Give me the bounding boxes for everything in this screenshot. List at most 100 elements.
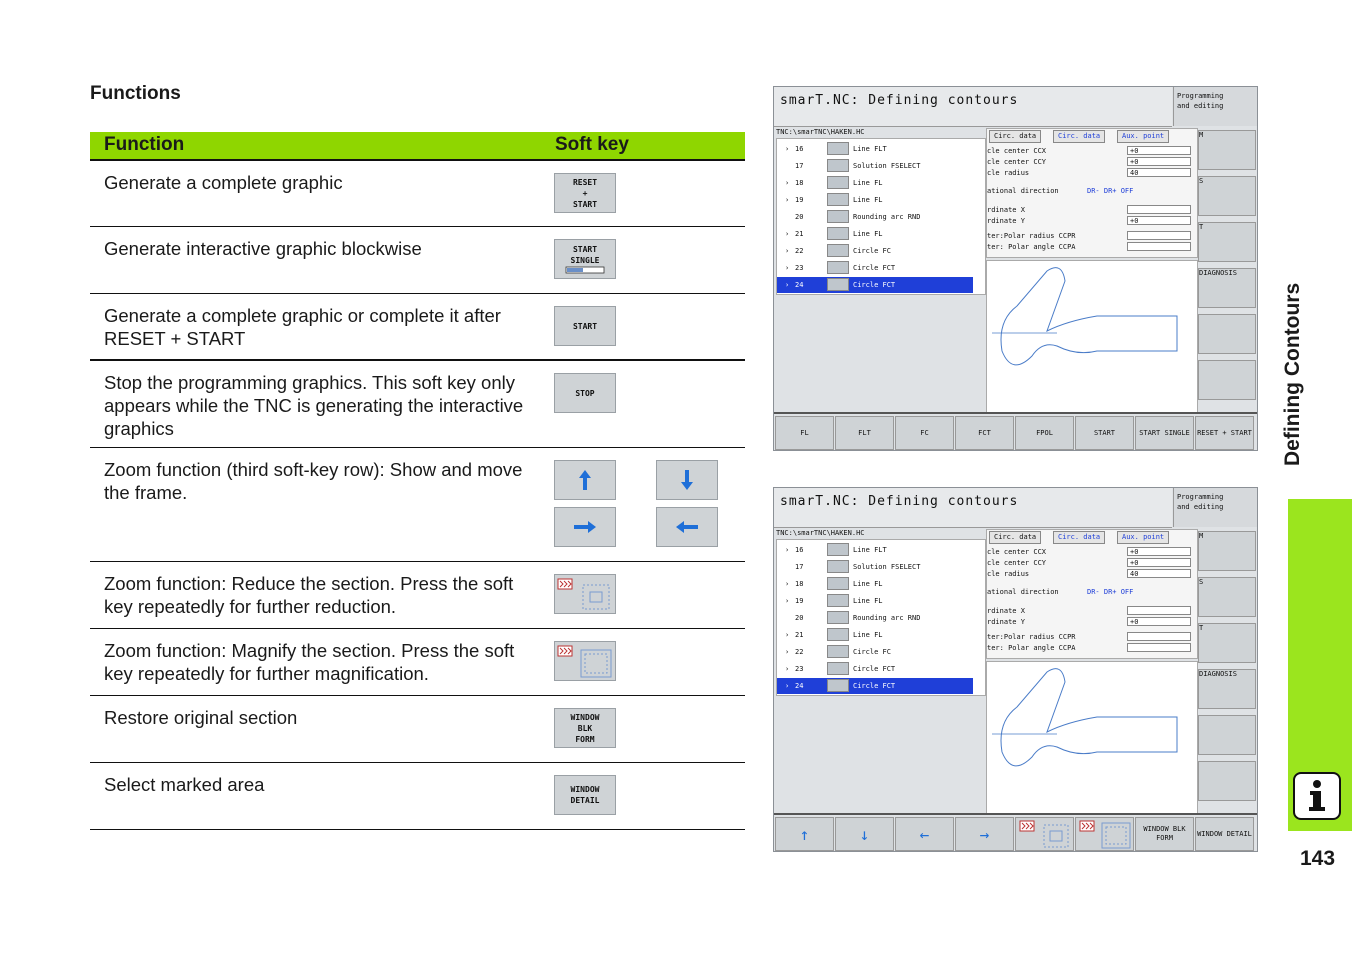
softkey-fct[interactable]: FCT xyxy=(955,416,1014,450)
list-item[interactable]: › 16 Line FLT xyxy=(777,542,973,558)
softkey-fpol[interactable]: FPOL xyxy=(1015,416,1074,450)
form-tabs: Circ. data Circ. data Aux. point xyxy=(987,530,1197,544)
tab-circ-data[interactable]: Circ. data xyxy=(989,130,1042,143)
screen-1: smarT.NC: Defining contours Programming a… xyxy=(773,86,1258,451)
list-item[interactable]: › 16 Line FLT xyxy=(777,141,973,157)
list-item[interactable]: 17 Solution FSELECT xyxy=(777,559,973,575)
arrow-down-icon[interactable]: ↓ xyxy=(835,817,894,851)
start-softkey: START xyxy=(554,306,616,346)
softkey-start-single[interactable]: START SINGLE xyxy=(1135,416,1194,450)
softkey-window-detail[interactable]: WINDOW DETAIL xyxy=(1195,817,1254,851)
list-item-selected[interactable]: › 24 Circle FCT xyxy=(777,678,973,694)
table-row: Select marked area WINDOW DETAIL xyxy=(90,763,745,830)
contour-graphic xyxy=(986,260,1198,414)
zoom-reduce-icon xyxy=(554,574,616,614)
tab-circ-data-2[interactable]: Circ. data xyxy=(1053,130,1106,143)
arrow-right-icon[interactable]: → xyxy=(955,817,1014,851)
list-item-selected[interactable]: › 24 Circle FCT xyxy=(777,277,973,293)
function-description: Zoom function: Magnify the section. Pres… xyxy=(104,640,515,684)
function-description: Restore original section xyxy=(104,707,298,728)
table-row: Zoom function: Reduce the section. Press… xyxy=(90,562,745,629)
vertical-softkey[interactable]: S xyxy=(1198,577,1256,617)
data-form: Circ. data Circ. data Aux. point cle cen… xyxy=(986,529,1198,659)
table-header: Function Soft key xyxy=(90,132,745,161)
table-row: Generate a complete graphic RESET + START xyxy=(90,161,745,227)
window-detail-softkey: WINDOW DETAIL xyxy=(554,775,616,815)
table-row: Zoom function (third soft-key row): Show… xyxy=(90,448,745,562)
softkey-flt[interactable]: FLT xyxy=(835,416,894,450)
vertical-softkey[interactable]: T xyxy=(1198,623,1256,663)
horizontal-softkeys: FL FLT FC FCT FPOL START START SINGLE RE… xyxy=(774,412,1257,450)
tab-aux-point[interactable]: Aux. point xyxy=(1117,130,1170,143)
softkey-fl[interactable]: FL xyxy=(775,416,834,450)
screen-title: smarT.NC: Defining contours xyxy=(780,93,1019,108)
info-icon xyxy=(1293,772,1341,820)
program-path: TNC:\smarTNC\HAKEN.HC xyxy=(776,529,865,537)
vertical-softkey[interactable]: S xyxy=(1198,176,1256,216)
list-item[interactable]: › 19 Line FL xyxy=(777,593,973,609)
list-item[interactable]: › 18 Line FL xyxy=(777,175,973,191)
arrow-down-icon xyxy=(656,460,718,500)
column-header-function: Function xyxy=(104,134,185,155)
vertical-softkey[interactable]: M xyxy=(1198,130,1256,170)
function-description: Stop the programming graphics. This soft… xyxy=(104,372,524,439)
list-item[interactable]: › 19 Line FL xyxy=(777,192,973,208)
softkey-reset-start[interactable]: RESET + START xyxy=(1195,416,1254,450)
program-list: › 16 Line FLT 17 Solution FSELECT › 18 Line F… xyxy=(776,138,986,295)
table-row: Generate interactive graphic blockwise S… xyxy=(90,227,745,294)
list-item[interactable]: › 22 Circle FC xyxy=(777,243,973,259)
tab-aux-point[interactable]: Aux. point xyxy=(1117,531,1170,544)
zoom-reduce-icon[interactable] xyxy=(1015,817,1074,851)
function-description: Generate a complete graphic xyxy=(104,172,343,193)
window-blk-form-softkey: WINDOW BLK FORM xyxy=(554,708,616,748)
function-description: Generate a complete graphic or complete … xyxy=(104,305,501,349)
softkey-fc[interactable]: FC xyxy=(895,416,954,450)
screen-2: smarT.NC: Defining contours Programming a… xyxy=(773,487,1258,852)
section-heading: Functions xyxy=(90,83,181,104)
list-item[interactable]: 20 Rounding arc RND xyxy=(777,209,973,225)
arrow-up-icon xyxy=(554,460,616,500)
data-form: Circ. data Circ. data Aux. point cle cen… xyxy=(986,128,1198,258)
vertical-softkey[interactable] xyxy=(1198,314,1256,354)
list-item[interactable]: › 22 Circle FC xyxy=(777,644,973,660)
program-path: TNC:\smarTNC\HAKEN.HC xyxy=(776,128,865,136)
vertical-softkey[interactable]: DIAGNOSIS xyxy=(1198,268,1256,308)
list-item[interactable]: › 23 Circle FCT xyxy=(777,661,973,677)
list-item[interactable]: › 18 Line FL xyxy=(777,576,973,592)
program-list: › 16 Line FLT 17 Solution FSELECT › 18 Line F… xyxy=(776,539,986,696)
list-item[interactable]: › 21 Line FL xyxy=(777,226,973,242)
vertical-softkey[interactable] xyxy=(1198,360,1256,400)
list-item[interactable]: › 23 Circle FCT xyxy=(777,260,973,276)
arrow-up-icon[interactable]: ↑ xyxy=(775,817,834,851)
zoom-magnify-icon xyxy=(554,641,616,681)
horizontal-softkeys: ↑ ↓ ← → WINDOW BLK FORM WINDOW DETAIL xyxy=(774,813,1257,851)
screen-titlebar: smarT.NC: Defining contours xyxy=(774,488,1172,528)
function-description: Generate interactive graphic blockwise xyxy=(104,238,422,259)
chapter-title: Defining Contours xyxy=(1281,282,1304,466)
softkey-window-blk-form[interactable]: WINDOW BLK FORM xyxy=(1135,817,1194,851)
form-tabs: Circ. data Circ. data Aux. point xyxy=(987,129,1197,143)
list-item[interactable]: 20 Rounding arc RND xyxy=(777,610,973,626)
vertical-softkey[interactable]: T xyxy=(1198,222,1256,262)
softkey-start[interactable]: START xyxy=(1075,416,1134,450)
page-number: 143 xyxy=(1300,847,1336,870)
column-header-softkey: Soft key xyxy=(555,134,629,155)
zoom-magnify-icon[interactable] xyxy=(1075,817,1134,851)
arrow-left-icon[interactable]: ← xyxy=(895,817,954,851)
tab-circ-data-2[interactable]: Circ. data xyxy=(1053,531,1106,544)
vertical-softkey[interactable]: M xyxy=(1198,531,1256,571)
mode-display: Programming and editing xyxy=(1173,488,1257,527)
screen-title: smarT.NC: Defining contours xyxy=(780,494,1019,509)
vertical-softkey[interactable] xyxy=(1198,761,1256,801)
tab-circ-data[interactable]: Circ. data xyxy=(989,531,1042,544)
table-row: Restore original section WINDOW BLK FORM xyxy=(90,696,745,763)
table-row: Zoom function: Magnify the section. Pres… xyxy=(90,629,745,696)
table-row: Generate a complete graphic or complete … xyxy=(90,294,745,361)
list-item[interactable]: 17 Solution FSELECT xyxy=(777,158,973,174)
function-description: Zoom function (third soft-key row): Show… xyxy=(104,459,523,503)
vertical-softkey[interactable] xyxy=(1198,715,1256,755)
vertical-softkey[interactable]: DIAGNOSIS xyxy=(1198,669,1256,709)
contour-drawing xyxy=(992,668,1178,767)
list-item[interactable]: › 21 Line FL xyxy=(777,627,973,643)
arrow-right-icon xyxy=(554,507,616,547)
